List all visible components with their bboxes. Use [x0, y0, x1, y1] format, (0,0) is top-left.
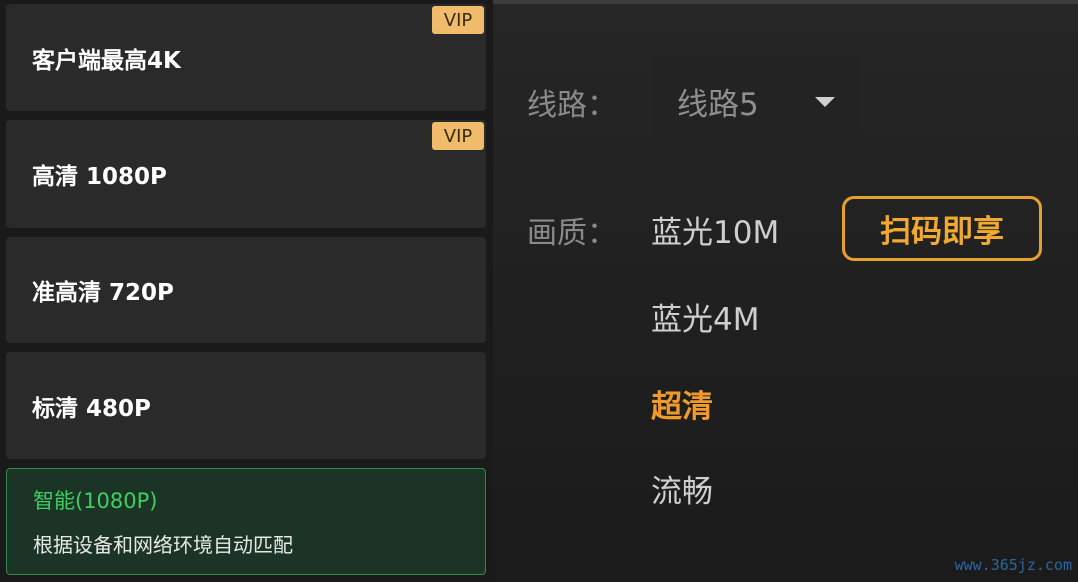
vip-badge: VIP [432, 6, 484, 34]
scan-qr-button[interactable]: 扫码即享 [842, 196, 1042, 261]
quality-option-bluray-4m[interactable]: 蓝光4M [651, 294, 759, 339]
quality-option-label: 标清 480P [32, 395, 151, 422]
watermark: www.365jz.com [954, 556, 1072, 574]
quality-option-480p[interactable]: 标清 480P [6, 352, 486, 459]
route-label: 线路： [527, 88, 617, 123]
quality-option-bluray-10m[interactable]: 蓝光10M [651, 207, 779, 252]
quality-list-panel: 客户端最高4K VIP 高清 1080P VIP 准高清 720P 标清 480… [0, 0, 493, 582]
route-value: 线路5 [677, 86, 759, 123]
quality-option-1080p[interactable]: 高清 1080P VIP [6, 120, 486, 228]
quality-option-720p[interactable]: 准高清 720P [6, 237, 486, 343]
video-top-strip [493, 0, 1078, 4]
route-dropdown[interactable]: 线路5 [653, 55, 861, 147]
quality-option-super[interactable]: 超清 [651, 381, 713, 426]
quality-option-label: 准高清 720P [32, 280, 174, 306]
quality-option-smart[interactable]: 智能(1080P) 根据设备和网络环境自动匹配 [6, 468, 486, 575]
quality-option-label: 客户端最高4K [32, 47, 181, 74]
playback-settings-panel: 线路： 线路5 画质： 蓝光10M 扫码即享 蓝光4M 超清 流畅 www.36… [493, 0, 1078, 582]
quality-option-label: 高清 1080P [32, 164, 167, 190]
smart-title: 智能(1080P) [33, 489, 158, 513]
quality-option-4k[interactable]: 客户端最高4K VIP [6, 4, 486, 111]
smart-subtitle: 根据设备和网络环境自动匹配 [33, 533, 293, 557]
quality-option-smooth[interactable]: 流畅 [651, 466, 713, 511]
chevron-down-icon [815, 97, 835, 107]
quality-label: 画质： [527, 216, 617, 251]
vip-badge: VIP [432, 122, 484, 150]
